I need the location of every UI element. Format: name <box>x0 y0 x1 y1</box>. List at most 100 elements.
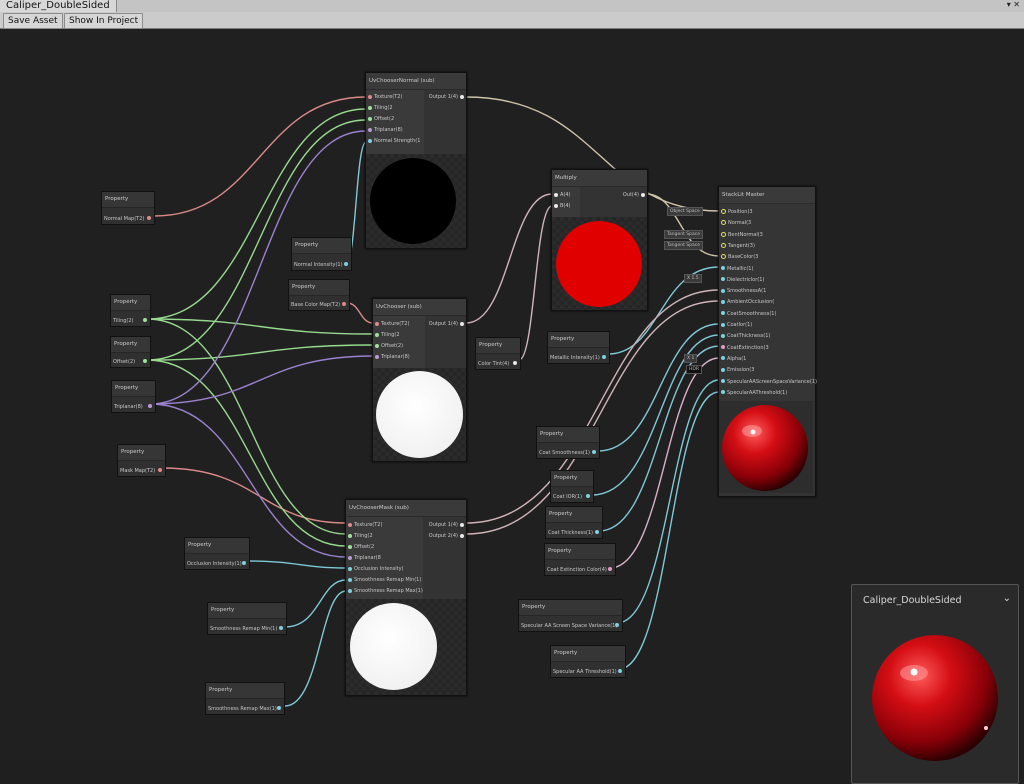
port-occlusion-intensity[interactable]: Occlusion Intensity( <box>346 564 404 575</box>
port-texture[interactable]: Texture(T2) <box>373 319 409 330</box>
port-tiling[interactable]: Tiling(2 <box>373 330 400 341</box>
property-output-port[interactable] <box>513 361 517 365</box>
preview-sphere <box>556 221 642 307</box>
property-node-color-tint[interactable]: Property Color Tint(4) <box>475 337 521 370</box>
property-node-occlusion-intensity[interactable]: Property Occlusion Intensity(1) <box>184 537 250 570</box>
master-port[interactable]: CoatThickness(1) <box>719 331 770 342</box>
port-triplanar[interactable]: Triplanar(8) <box>366 125 403 136</box>
property-output-port[interactable] <box>618 669 622 673</box>
port-tiling[interactable]: Tiling(2 <box>346 531 373 542</box>
property-node-normal-intensity[interactable]: Property Normal Intensity(1) <box>291 237 352 271</box>
port-offset[interactable]: Offset(2 <box>366 114 394 125</box>
dielectric-ior-field[interactable]: X 1.5 <box>684 274 702 283</box>
master-port[interactable]: CoatExtinction(3 <box>719 343 769 354</box>
property-output-port[interactable] <box>592 450 596 454</box>
property-output-port[interactable] <box>586 494 590 498</box>
port-triplanar[interactable]: Triplanar(8 <box>346 553 381 564</box>
emission-hdr-field[interactable]: HDR <box>686 365 702 374</box>
port-tiling[interactable]: Tiling(2 <box>366 103 393 114</box>
property-output-port[interactable] <box>615 623 619 627</box>
port-label: SpecularAAScreenSpaceVariance(1) <box>727 378 817 385</box>
master-port[interactable]: Metallic(1) <box>719 264 753 275</box>
port-offset[interactable]: Offset(2) <box>373 341 403 352</box>
property-output-port[interactable] <box>595 530 599 534</box>
master-port[interactable]: Position(3 <box>719 207 753 218</box>
graph-canvas[interactable]: UvChooserNormal (sub) Texture(T2) Tiling… <box>0 29 1024 784</box>
port-smoothness-max[interactable]: Smoothness Remap Max(1) <box>346 586 423 597</box>
master-port[interactable]: SpecularAAScreenSpaceVariance(1) <box>719 377 817 388</box>
port-label: BaseColor(3 <box>728 254 759 261</box>
property-output-port[interactable] <box>277 706 281 710</box>
window-tab[interactable]: Caliper_DoubleSided <box>0 0 117 12</box>
property-node-normal-map[interactable]: Property Normal Map(T2) <box>101 191 155 225</box>
port-smoothness-min[interactable]: Smoothness Remap Min(1) <box>346 575 421 586</box>
master-port[interactable]: Normal(3 <box>719 218 751 229</box>
property-output-port[interactable] <box>344 262 348 266</box>
alpha-field[interactable]: X 1 <box>684 354 698 363</box>
multiply-node[interactable]: Multiply A(4) B(4) Out(4) <box>551 169 648 311</box>
property-node-coat-thickness[interactable]: Property Coat Thickness(1) <box>545 506 603 539</box>
property-output-port[interactable] <box>602 355 606 359</box>
property-node-coat-extinction[interactable]: Property Coat Extinction Color(4) <box>544 543 616 576</box>
property-output-port[interactable] <box>242 561 246 565</box>
property-output-port[interactable] <box>608 567 612 571</box>
property-node-smoothness-max[interactable]: Property Smoothness Remap Max(1) <box>205 682 285 715</box>
save-asset-button[interactable]: Save Asset <box>3 13 63 29</box>
property-output-port[interactable] <box>279 626 283 630</box>
property-node-spec-aa-variance[interactable]: Property Specular AA Screen Space Varianc… <box>518 599 623 632</box>
port-output-2[interactable]: Output 2(4) <box>429 531 466 542</box>
port-output-1[interactable]: Output 1(4) <box>429 520 466 531</box>
port-b[interactable]: B(4) <box>552 201 571 212</box>
port-a[interactable]: A(4) <box>552 190 571 201</box>
port-texture[interactable]: Texture(T2) <box>366 92 402 103</box>
uv-chooser-node[interactable]: UvChooser (sub) Texture(T2) Tiling(2 Off… <box>372 298 467 462</box>
property-output-port[interactable] <box>158 468 162 472</box>
property-node-spec-aa-threshold[interactable]: Property Specular AA Threshold(1) <box>550 645 626 678</box>
port-offset[interactable]: Offset(2 <box>346 542 374 553</box>
wire-normal-map <box>153 96 367 217</box>
property-output-port[interactable] <box>143 318 147 322</box>
property-node-tiling[interactable]: Property Tiling(2) <box>110 294 151 327</box>
property-node-smoothness-min[interactable]: Property Smoothness Remap Min(1) <box>207 602 287 635</box>
master-port[interactable]: SpecularAAThreshold(1) <box>719 388 787 399</box>
uv-chooser-mask-node[interactable]: UvChooserMask (sub) Texture(T2) Tiling(2… <box>345 499 467 696</box>
show-in-project-button[interactable]: Show In Project <box>64 13 144 29</box>
node-preview <box>552 217 647 310</box>
property-node-coat-smoothness[interactable]: Property Coat Smoothness(1) <box>536 426 600 459</box>
property-node-metallic-intensity[interactable]: Property Metallic Intensity(1) <box>547 331 610 364</box>
window-controls[interactable]: ▾ ✕ <box>1007 0 1020 10</box>
master-port[interactable]: BaseColor(3 <box>719 252 758 263</box>
master-port[interactable]: BentNormal(3 <box>719 230 763 241</box>
property-output-port[interactable] <box>148 404 152 408</box>
master-port[interactable]: Emission(3 <box>719 365 754 376</box>
master-port[interactable]: Alpha(1 <box>719 354 746 365</box>
property-node-base-color-map[interactable]: Property Base Color Map(T2) <box>288 279 350 311</box>
tangent-space-dropdown-2[interactable]: Tangent Space <box>664 241 703 250</box>
wire-basecolor-map <box>346 302 374 324</box>
master-port[interactable]: Tangent(3) <box>719 241 755 252</box>
property-node-coat-ior[interactable]: Property Coat IOR(1) <box>550 470 594 503</box>
property-node-triplanar[interactable]: Property Triplanar(8) <box>111 380 156 413</box>
master-port[interactable]: DielectricIor(1) <box>719 275 764 286</box>
property-output-port[interactable] <box>143 359 147 363</box>
property-output-port[interactable] <box>147 216 151 220</box>
main-preview-window[interactable]: Caliper_DoubleSided ⌄ <box>851 584 1019 784</box>
port-output-1[interactable]: Output 1(4) <box>429 319 466 330</box>
master-port[interactable]: SmoothnessA(1 <box>719 286 766 297</box>
port-texture[interactable]: Texture(T2) <box>346 520 382 531</box>
master-port[interactable]: CoatIor(1) <box>719 320 752 331</box>
port-triplanar[interactable]: Triplanar(8) <box>373 352 410 363</box>
uv-chooser-normal-node[interactable]: UvChooserNormal (sub) Texture(T2) Tiling… <box>365 72 467 249</box>
property-node-mask-map[interactable]: Property Mask Map(T2) <box>117 444 166 477</box>
tangent-space-dropdown-1[interactable]: Tangent Space <box>664 230 703 239</box>
object-space-dropdown[interactable]: Object Space <box>667 207 703 216</box>
port-normal-strength[interactable]: Normal Strength(1 <box>366 136 420 147</box>
property-node-offset[interactable]: Property Offset(2) <box>110 336 151 368</box>
port-output-1[interactable]: Output 1(4) <box>429 92 466 103</box>
master-port[interactable]: CoatSmoothness(1) <box>719 309 776 320</box>
property-output-port[interactable] <box>342 302 346 306</box>
port-out[interactable]: Out(4) <box>623 190 647 201</box>
port-dot <box>721 311 725 316</box>
master-port[interactable]: AmbientOcclusion( <box>719 297 774 308</box>
chevron-down-icon[interactable]: ⌄ <box>1003 593 1011 604</box>
